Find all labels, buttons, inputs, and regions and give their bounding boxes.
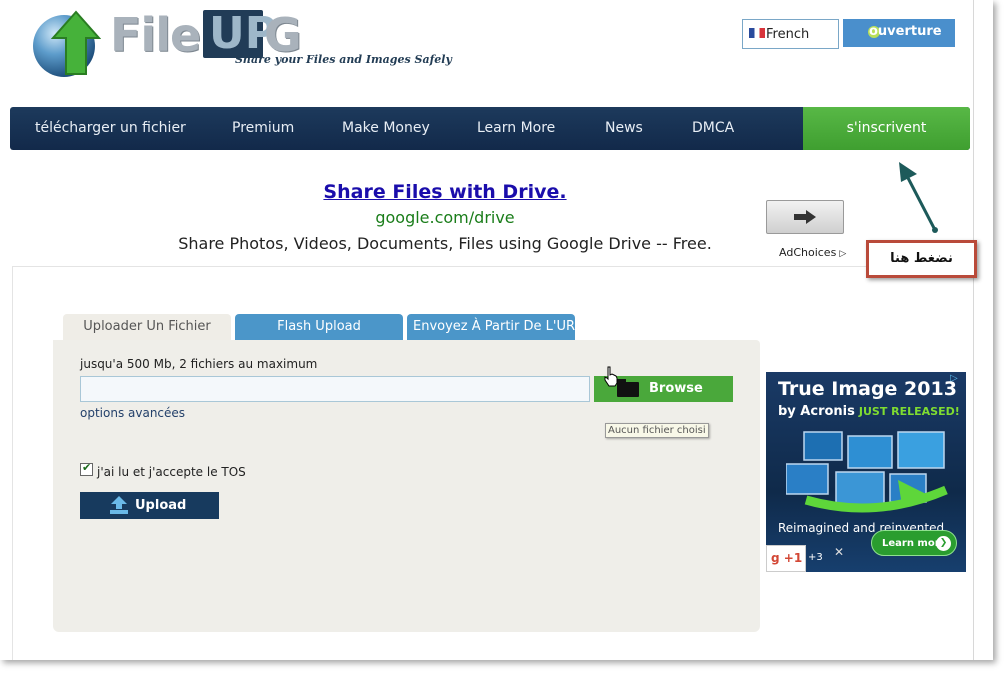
logo-up-box: UP (203, 8, 277, 59)
adchoices-icon: ▷ (839, 249, 847, 259)
browser-page: File UP G Share your Files and Images Sa… (0, 0, 993, 660)
tos-label: j'ai lu et j'accepte le TOS (97, 465, 246, 479)
adchoices-link[interactable]: AdChoices ▷ (779, 246, 846, 259)
gplus-count: +3 (808, 552, 823, 563)
side-ad-badge: JUST RELEASED! (858, 405, 960, 418)
signup-button[interactable]: s'inscrivent (803, 107, 970, 150)
upload-button[interactable]: Upload (80, 492, 219, 519)
ad-go-button[interactable] (766, 200, 844, 234)
side-ad-byline: by Acronis JUST RELEASED! (778, 404, 960, 419)
tab-flash-upload[interactable]: Flash Upload (235, 314, 403, 340)
tos-checkbox[interactable] (80, 461, 93, 476)
side-ad-by: by Acronis (778, 404, 855, 419)
nav-item-dmca[interactable]: DMCA (692, 107, 734, 150)
site-logo[interactable]: File UP G Share your Files and Images Sa… (28, 8, 452, 77)
nav-item-upload[interactable]: télécharger un fichier (35, 107, 186, 150)
login-button[interactable]: ouverture (843, 19, 955, 47)
close-icon[interactable]: ✕ (834, 545, 844, 559)
ad-title-link[interactable]: Share Files with Drive. (0, 181, 890, 203)
nav-item-make-money[interactable]: Make Money (342, 107, 430, 150)
tab-url-upload[interactable]: Envoyez À Partir De L'URL (407, 314, 575, 340)
annotation-arrow-icon (899, 162, 938, 233)
nav-item-learn-more[interactable]: Learn More (477, 107, 555, 150)
tab-upload-file[interactable]: Uploader Un Fichier (63, 314, 231, 340)
advanced-options-link[interactable]: options avancées (80, 406, 185, 420)
folder-icon (617, 379, 639, 397)
ad-url[interactable]: google.com/drive (0, 208, 890, 227)
gplus-button[interactable]: g +1 (766, 545, 806, 572)
page-border (973, 0, 974, 660)
file-path-input[interactable] (80, 376, 590, 402)
devices-illustration-icon (786, 431, 948, 513)
annotation-callout: نضغط هنا (866, 240, 977, 278)
upload-label: Upload (135, 498, 187, 513)
side-ad-title: True Image 2013 (778, 378, 957, 400)
ad-description: Share Photos, Videos, Documents, Files u… (178, 234, 712, 253)
nav-item-premium[interactable]: Premium (232, 107, 294, 150)
nav-item-news[interactable]: News (605, 107, 643, 150)
file-tooltip: Aucun fichier choisi (605, 423, 709, 438)
adchoices-label: AdChoices (779, 246, 837, 259)
logo-file-text: File (110, 8, 201, 62)
french-flag-icon (749, 28, 765, 38)
chevron-right-icon: ❯ (936, 536, 951, 551)
upload-limit-text: jusqu'a 500 Mb, 2 fichiers au maximum (80, 357, 318, 371)
login-label: ouverture (869, 24, 942, 39)
arrow-right-icon (794, 210, 816, 224)
main-nav: télécharger un fichier Premium Make Mone… (10, 107, 970, 150)
up-arrow-icon (51, 10, 101, 75)
hand-cursor-icon (604, 366, 618, 387)
language-label: French (766, 27, 810, 42)
upload-icon (110, 496, 128, 514)
language-select[interactable]: French (742, 19, 839, 49)
acronis-ad[interactable]: ▷ True Image 2013 by Acronis JUST RELEASE… (766, 372, 966, 572)
logo-tagline: Share your Files and Images Safely (235, 53, 452, 66)
gplus-label: +1 (783, 551, 803, 565)
browse-label: Browse (649, 381, 703, 396)
learn-more-button[interactable]: Learn more ❯ (871, 530, 957, 556)
